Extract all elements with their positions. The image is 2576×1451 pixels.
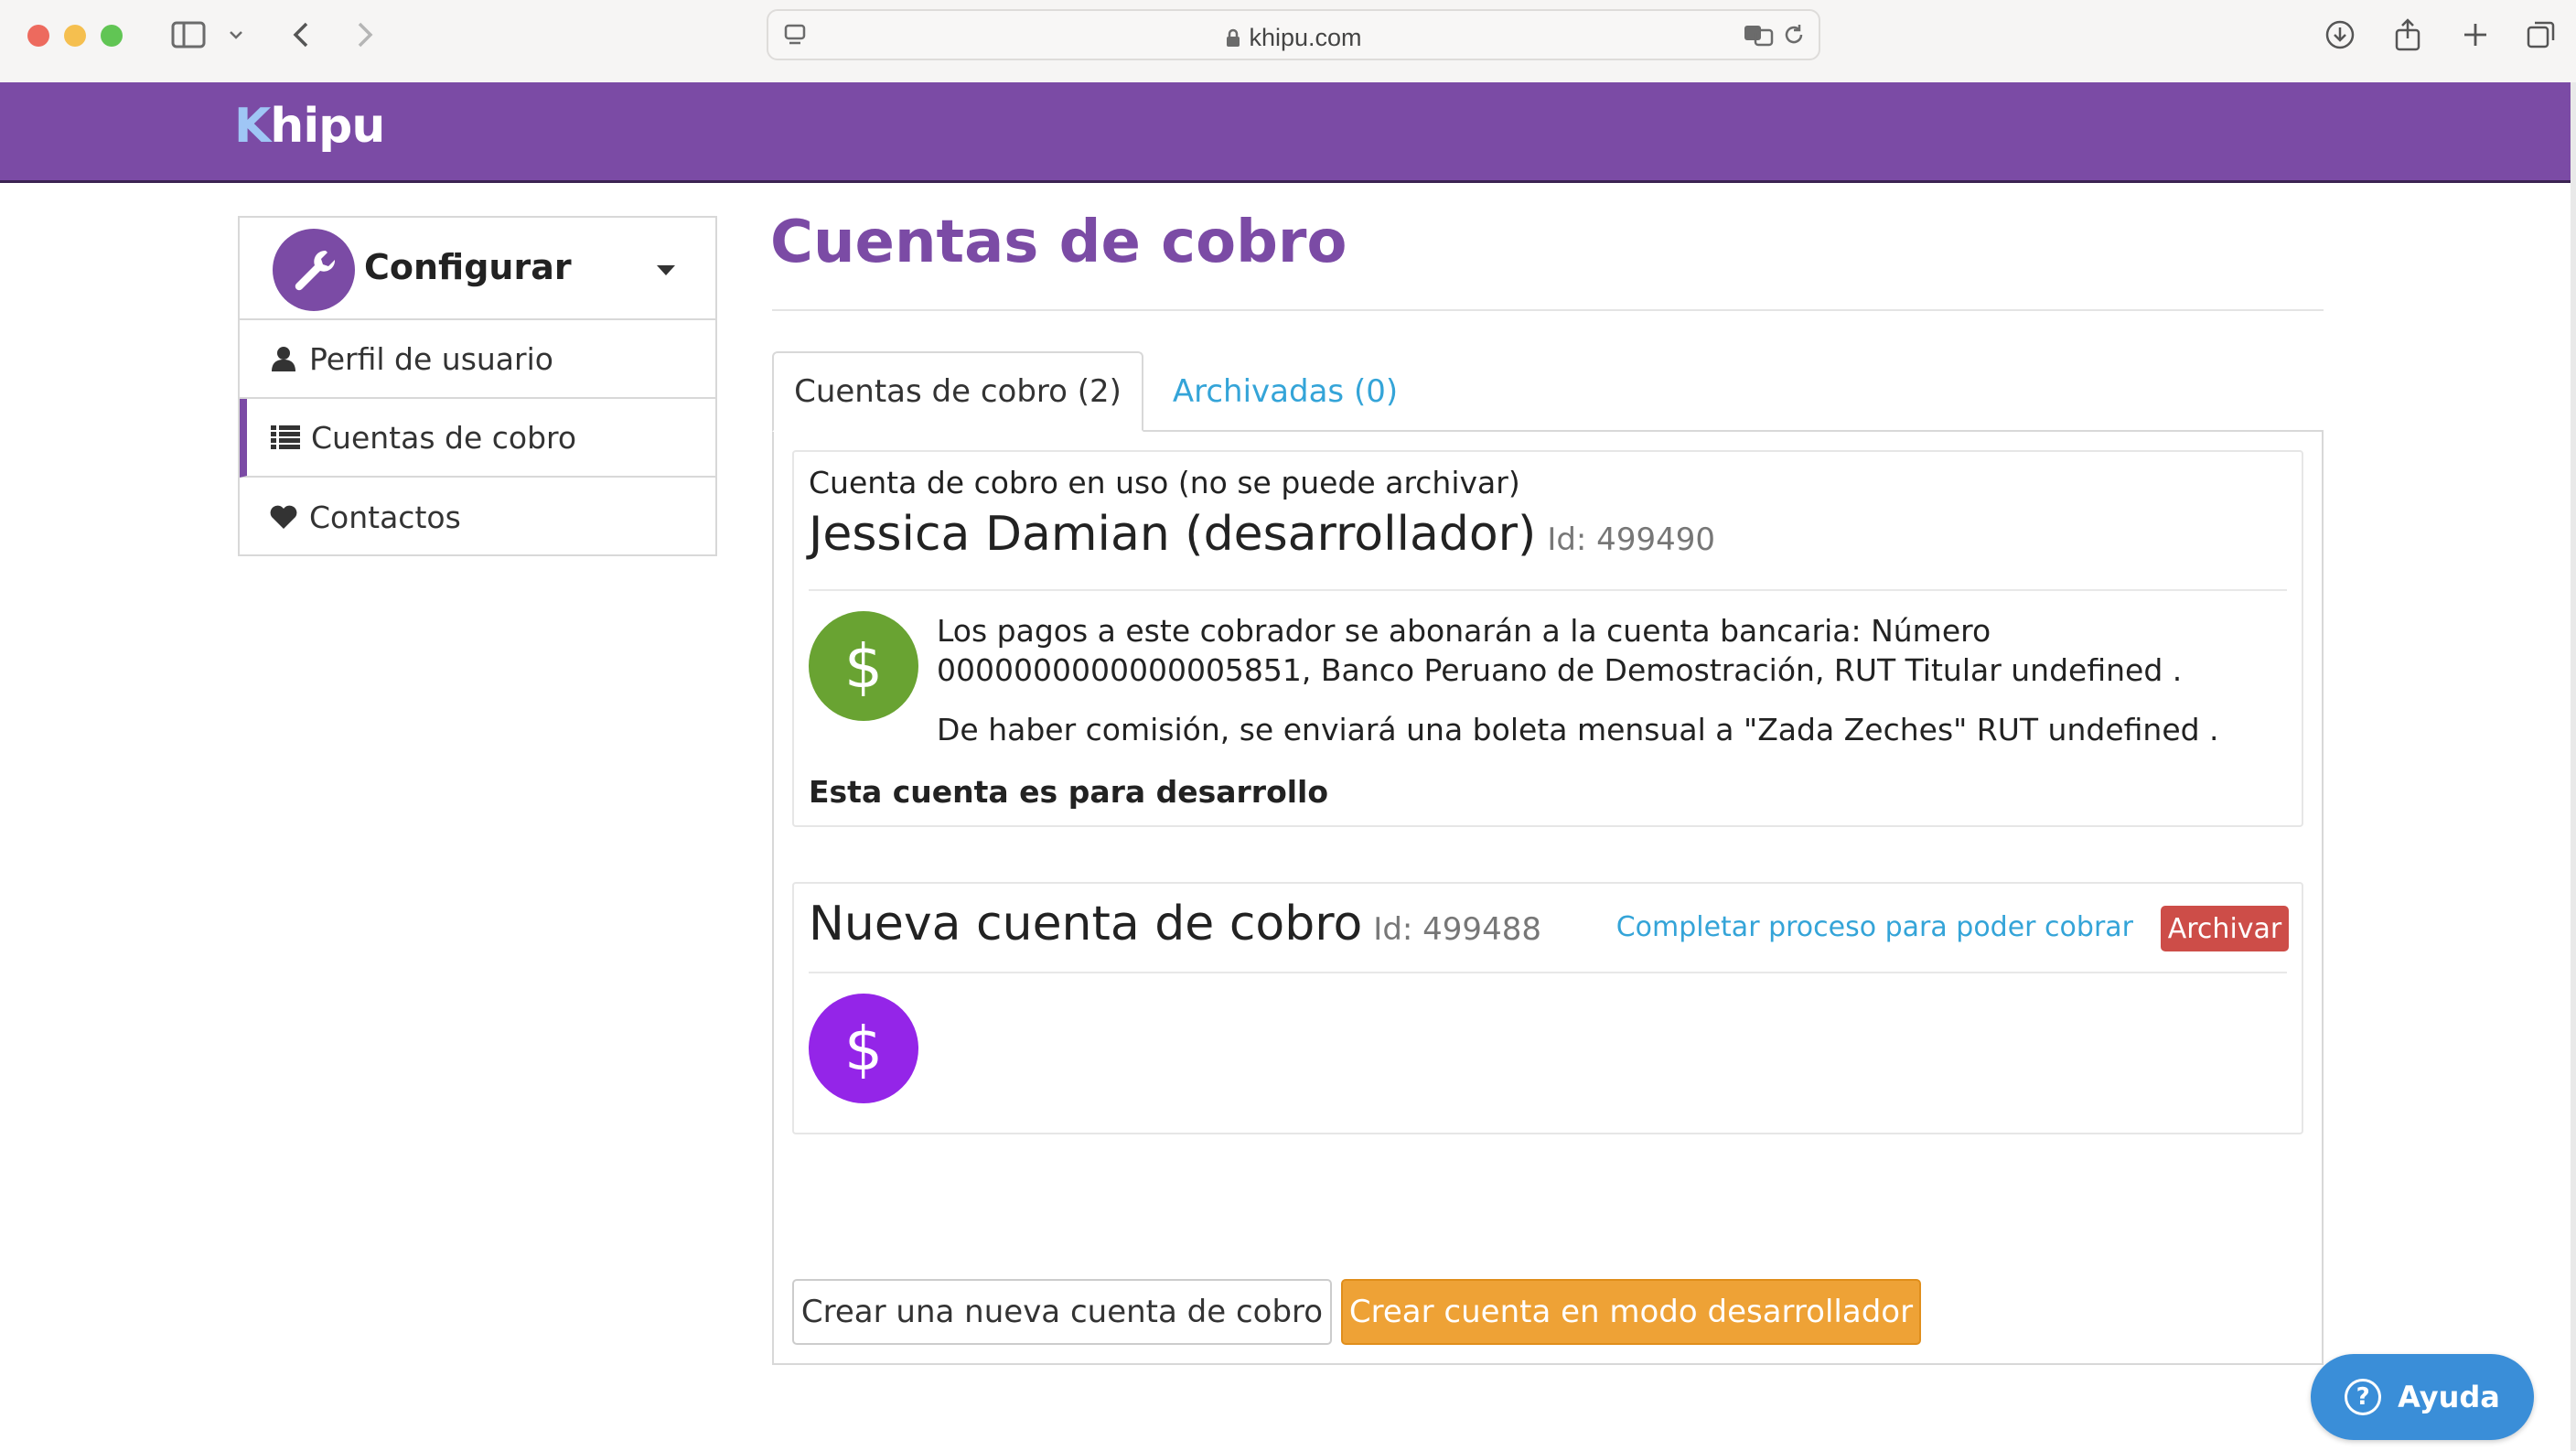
site-header: Khipu xyxy=(0,82,2571,183)
development-account-note: Esta cuenta es para desarrollo xyxy=(809,774,1329,810)
wrench-icon xyxy=(273,229,355,311)
create-account-button[interactable]: Crear una nueva cuenta de cobro xyxy=(792,1279,1332,1345)
sidebar-header-configurar[interactable]: Configurar xyxy=(240,218,715,320)
account-name: Jessica Damian (desarrollador) Id: 499490 xyxy=(809,507,1715,562)
url-text: khipu.com xyxy=(768,24,1819,52)
window-edge xyxy=(2571,82,2576,1451)
commission-info: De haber comisión, se enviará una boleta… xyxy=(937,712,2219,747)
address-bar[interactable]: khipu.com xyxy=(767,9,1820,60)
dollar-icon: $ xyxy=(809,994,918,1103)
divider xyxy=(809,589,2287,591)
question-icon: ? xyxy=(2345,1379,2382,1415)
account-name-text: Nueva cuenta de cobro xyxy=(809,897,1363,951)
dollar-icon: $ xyxy=(809,611,918,721)
account-description: Los pagos a este cobrador se abonarán a … xyxy=(937,611,2272,769)
new-tab-icon[interactable] xyxy=(2457,16,2494,53)
chevron-down-icon[interactable] xyxy=(225,16,247,53)
archive-button[interactable]: Archivar xyxy=(2161,906,2289,951)
share-icon[interactable] xyxy=(2389,16,2426,53)
sidebar-toggle-icon[interactable] xyxy=(168,16,209,53)
page-title: Cuentas de cobro xyxy=(770,209,1347,276)
bank-account-info: Los pagos a este cobrador se abonarán a … xyxy=(937,613,2183,688)
tab-archivadas[interactable]: Archivadas (0) xyxy=(1162,351,1409,432)
account-status-note: Cuenta de cobro en uso (no se puede arch… xyxy=(809,465,1520,500)
help-button[interactable]: ? Ayuda xyxy=(2311,1354,2534,1440)
sidebar-item-cuentas-de-cobro[interactable]: Cuentas de cobro xyxy=(240,399,715,478)
forward-icon[interactable] xyxy=(351,16,379,53)
sidebar-item-perfil-de-usuario[interactable]: Perfil de usuario xyxy=(240,320,715,399)
tab-overview-icon[interactable] xyxy=(2523,16,2560,53)
lock-icon xyxy=(1227,28,1240,47)
sidebar: Configurar Perfil de usuario Cuentas de … xyxy=(238,216,717,556)
tab-cuentas-de-cobro[interactable]: Cuentas de cobro (2) xyxy=(772,351,1143,432)
create-developer-account-button[interactable]: Crear cuenta en modo desarrollador xyxy=(1341,1279,1921,1345)
account-card: Nueva cuenta de cobro Id: 499488 Completa… xyxy=(792,882,2303,1134)
list-icon xyxy=(269,425,302,450)
account-id: Id: 499488 xyxy=(1373,911,1541,948)
download-icon[interactable] xyxy=(2322,16,2358,53)
account-name: Nueva cuenta de cobro Id: 499488 xyxy=(809,897,1541,951)
minimize-window-button[interactable] xyxy=(64,25,86,47)
translate-icon[interactable] xyxy=(1740,16,1776,53)
heart-icon xyxy=(267,504,300,530)
sidebar-title: Configurar xyxy=(364,247,572,287)
sidebar-item-label: Cuentas de cobro xyxy=(311,419,577,456)
account-card: Cuenta de cobro en uso (no se puede arch… xyxy=(792,450,2303,827)
reload-icon[interactable] xyxy=(1778,16,1809,53)
help-label: Ayuda xyxy=(2398,1380,2500,1414)
account-name-text: Jessica Damian (desarrollador) xyxy=(809,507,1537,562)
zoom-window-button[interactable] xyxy=(101,25,123,47)
account-id: Id: 499490 xyxy=(1547,521,1715,558)
complete-process-link[interactable]: Completar proceso para poder cobrar xyxy=(1616,911,2133,943)
browser-toolbar: khipu.com xyxy=(0,0,2576,82)
divider xyxy=(809,972,2287,973)
sidebar-item-contactos[interactable]: Contactos xyxy=(240,478,715,556)
back-icon[interactable] xyxy=(287,16,315,53)
divider xyxy=(772,309,2324,311)
sidebar-item-label: Contactos xyxy=(309,499,461,535)
khipu-logo[interactable]: Khipu xyxy=(234,99,385,154)
user-icon xyxy=(267,345,300,372)
url-label: khipu.com xyxy=(1249,24,1362,51)
caret-down-icon[interactable] xyxy=(657,265,675,275)
sidebar-item-label: Perfil de usuario xyxy=(309,340,553,377)
close-window-button[interactable] xyxy=(27,25,49,47)
